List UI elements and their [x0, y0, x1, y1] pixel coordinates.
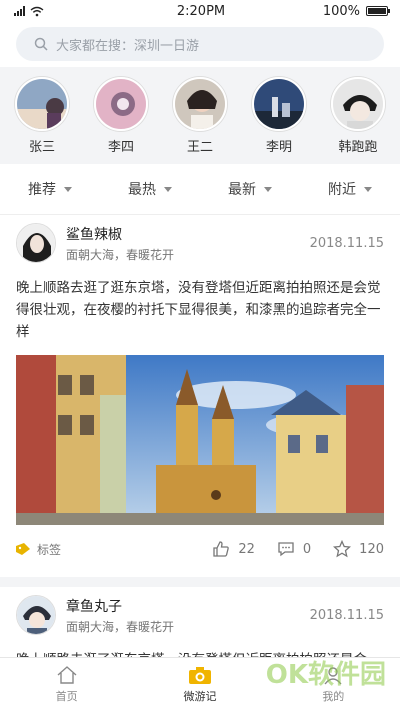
- star-icon: [333, 540, 352, 558]
- story-item[interactable]: 王二: [172, 77, 228, 164]
- filter-label: 附近: [328, 182, 356, 198]
- story-name: 张三: [28, 140, 55, 155]
- post-author[interactable]: 章鱼丸子: [66, 596, 310, 616]
- post-date: 2018.11.15: [309, 607, 384, 623]
- caret-down-icon: [64, 186, 72, 192]
- avatar[interactable]: [331, 77, 385, 131]
- caret-down-icon: [264, 186, 272, 192]
- story-item[interactable]: 韩跑跑: [330, 77, 386, 164]
- status-left: [14, 6, 104, 17]
- post-text[interactable]: 晚上顺路去逛了逛东京塔，没有登塔但近距离拍拍照还是会觉得很壮观，在夜樱的衬托下显…: [16, 277, 384, 343]
- favorite-button[interactable]: 120: [333, 540, 384, 558]
- filter-latest[interactable]: 最新: [228, 179, 272, 199]
- story-name: 李明: [265, 140, 292, 155]
- search-area: 大家都在搜：深圳一日游: [0, 22, 400, 67]
- post-subtitle: 面朝大海，春暖花开: [66, 247, 175, 262]
- filter-tabs: 推荐 最热 最新 附近: [0, 164, 400, 215]
- avatar[interactable]: [16, 595, 56, 635]
- story-name: 王二: [186, 140, 213, 155]
- search-bar[interactable]: 大家都在搜：深圳一日游: [16, 27, 384, 61]
- tab-label: 首页: [55, 690, 78, 703]
- filter-label: 最新: [228, 182, 256, 198]
- story-name: 李四: [107, 140, 134, 155]
- wifi-icon: [30, 6, 44, 16]
- post-header: 鲨鱼辣椒 面朝大海，春暖花开 2018.11.15: [16, 215, 384, 271]
- home-icon: [57, 666, 77, 684]
- watermark-logo: OK软件园: [265, 660, 386, 690]
- story-name: 韩跑跑: [338, 140, 378, 155]
- like-button[interactable]: 22: [212, 540, 255, 558]
- story-item[interactable]: 李四: [93, 77, 149, 164]
- post-user: 鲨鱼辣椒 面朝大海，春暖花开: [66, 224, 310, 263]
- avatar[interactable]: [252, 77, 306, 131]
- comment-count: 0: [302, 541, 312, 557]
- story-item[interactable]: 李明: [251, 77, 307, 164]
- post-actions: 标签 22 0 120: [16, 525, 384, 573]
- thumbs-up-icon: [213, 541, 230, 557]
- post-user: 章鱼丸子 面朝大海，春暖花开: [66, 596, 310, 635]
- like-count: 22: [238, 541, 255, 557]
- comment-icon: [278, 542, 294, 557]
- post-author[interactable]: 鲨鱼辣椒: [66, 224, 310, 244]
- status-bar: 2:20PM 100%: [0, 0, 400, 22]
- post-tag[interactable]: 标签: [16, 541, 190, 558]
- story-item[interactable]: 张三: [14, 77, 70, 164]
- section-divider: [0, 577, 400, 587]
- user-stories-row: 张三 李四 王二 李明 韩跑跑: [0, 67, 400, 164]
- tag-icon: [16, 543, 30, 555]
- post-date: 2018.11.15: [309, 235, 384, 251]
- filter-hot[interactable]: 最热: [128, 179, 172, 199]
- search-icon: [34, 37, 48, 51]
- tab-label: 微游记: [183, 690, 217, 703]
- avatar[interactable]: [15, 77, 69, 131]
- filter-recommend[interactable]: 推荐: [28, 179, 72, 199]
- comment-button[interactable]: 0: [277, 540, 311, 558]
- battery-icon: [366, 6, 390, 16]
- post-header: 章鱼丸子 面朝大海，春暖花开 2018.11.15: [16, 587, 384, 643]
- post-image[interactable]: [16, 355, 384, 525]
- avatar[interactable]: [16, 223, 56, 263]
- status-right: 100%: [298, 3, 390, 19]
- filter-label: 最热: [128, 182, 156, 198]
- avatar[interactable]: [94, 77, 148, 131]
- filter-nearby[interactable]: 附近: [328, 179, 372, 199]
- battery-percent: 100%: [322, 3, 360, 19]
- caret-down-icon: [164, 186, 172, 192]
- avatar[interactable]: [173, 77, 227, 131]
- tab-home[interactable]: 首页: [27, 665, 107, 704]
- feed-post: 鲨鱼辣椒 面朝大海，春暖花开 2018.11.15 晚上顺路去逛了逛东京塔，没有…: [0, 215, 400, 573]
- star-count: 120: [359, 541, 384, 557]
- camera-icon: [188, 667, 211, 684]
- signal-icon: [14, 6, 25, 16]
- tab-travel-notes[interactable]: 微游记: [160, 665, 240, 704]
- status-time: 2:20PM: [176, 3, 226, 19]
- post-subtitle: 面朝大海，春暖花开: [66, 619, 175, 634]
- caret-down-icon: [364, 186, 372, 192]
- filter-label: 推荐: [28, 182, 56, 198]
- tag-label: 标签: [37, 542, 62, 557]
- search-input[interactable]: 大家都在搜：深圳一日游: [56, 35, 199, 54]
